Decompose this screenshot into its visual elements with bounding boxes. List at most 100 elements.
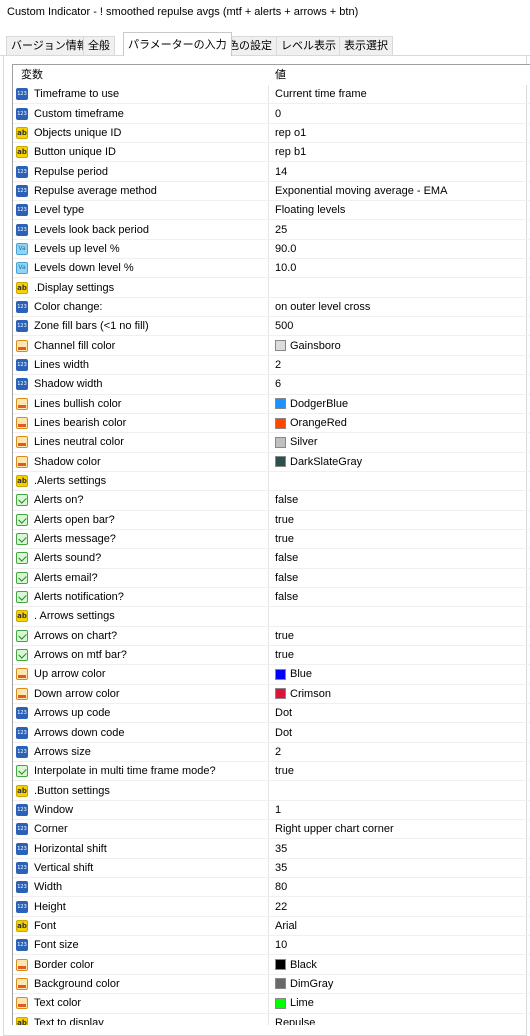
parameter-row[interactable]: Alerts email? false	[13, 568, 530, 588]
parameter-row[interactable]: Interpolate in multi time frame mode? tru…	[13, 762, 530, 782]
parameter-row[interactable]: Button unique ID rep b1	[13, 143, 530, 163]
parameter-value[interactable]: Floating levels	[275, 201, 345, 219]
tab-levels[interactable]: レベル表示	[276, 36, 341, 55]
parameter-row[interactable]: Channel fill color Gainsboro	[13, 336, 530, 356]
parameter-row[interactable]: Arrows size 2	[13, 742, 530, 763]
parameter-row[interactable]: Width 80	[13, 878, 530, 898]
parameter-row[interactable]: Levels up level % 90.0	[13, 239, 530, 260]
parameter-row[interactable]: Font Arial	[13, 916, 530, 937]
parameter-row[interactable]: Shadow color DarkSlateGray	[13, 452, 530, 472]
parameter-value[interactable]: true	[275, 530, 294, 548]
parameter-row[interactable]: Window 1	[13, 800, 530, 821]
parameter-row[interactable]: Alerts on? false	[13, 491, 530, 511]
parameter-row[interactable]: Down arrow color Crimson	[13, 684, 530, 704]
parameter-value[interactable]: DarkSlateGray	[275, 453, 362, 471]
parameter-value[interactable]: 22	[275, 897, 287, 915]
parameter-row[interactable]: Background color DimGray	[13, 974, 530, 995]
parameter-row[interactable]: Objects unique ID rep o1	[13, 123, 530, 144]
parameter-value[interactable]: Dot	[275, 704, 292, 722]
parameter-value[interactable]: Right upper chart corner	[275, 820, 394, 838]
parameter-row[interactable]: Height 22	[13, 897, 530, 917]
parameter-value[interactable]: false	[275, 588, 298, 606]
parameter-value[interactable]: 90.0	[275, 240, 296, 258]
parameter-value[interactable]: true	[275, 646, 294, 664]
parameter-row[interactable]: Border color Black	[13, 955, 530, 975]
parameter-value[interactable]: Exponential moving average - EMA	[275, 182, 447, 200]
parameter-row[interactable]: Lines width 2	[13, 355, 530, 376]
parameter-row[interactable]: Levels down level % 10.0	[13, 259, 530, 279]
parameter-row[interactable]: Color change: on outer level cross	[13, 297, 530, 318]
parameter-row[interactable]: Level type Floating levels	[13, 201, 530, 221]
parameter-row[interactable]: .Display settings	[13, 278, 530, 298]
tab-visualization[interactable]: 表示選択	[339, 36, 393, 55]
parameter-row[interactable]: Text color Lime	[13, 994, 530, 1014]
parameter-value[interactable]: true	[275, 762, 294, 780]
parameter-row[interactable]: Horizontal shift 35	[13, 839, 530, 859]
parameter-row[interactable]: Lines bearish color OrangeRed	[13, 413, 530, 434]
parameter-value[interactable]: 2	[275, 743, 281, 761]
parameter-row[interactable]: Alerts sound? false	[13, 549, 530, 569]
tab-version-info[interactable]: バージョン情報	[6, 36, 93, 55]
parameter-value[interactable]: false	[275, 569, 298, 587]
parameter-row[interactable]: Timeframe to use Current time frame	[13, 85, 530, 105]
parameter-row[interactable]: Custom timeframe 0	[13, 104, 530, 124]
tab-general[interactable]: 全般	[83, 36, 115, 55]
parameter-row[interactable]: Corner Right upper chart corner	[13, 820, 530, 840]
parameter-row[interactable]: Repulse average method Exponential moving…	[13, 181, 530, 202]
tab-input-parameters[interactable]: パラメーターの入力	[123, 32, 232, 56]
value-column-header[interactable]: 値	[275, 65, 286, 85]
parameter-value[interactable]: 10.0	[275, 259, 296, 277]
parameter-row[interactable]: Arrows up code Dot	[13, 704, 530, 724]
parameter-row[interactable]: Lines neutral color Silver	[13, 433, 530, 453]
parameter-value[interactable]: 10	[275, 936, 287, 954]
parameter-value[interactable]: 500	[275, 317, 293, 335]
parameter-row[interactable]: Alerts notification? false	[13, 587, 530, 608]
parameter-row[interactable]: Levels look back period 25	[13, 220, 530, 240]
parameter-value[interactable]: Black	[275, 955, 317, 973]
parameter-row[interactable]: Arrows on chart? true	[13, 626, 530, 646]
parameter-value[interactable]: 35	[275, 859, 287, 877]
parameter-value[interactable]: true	[275, 627, 294, 645]
parameter-value[interactable]: Arial	[275, 917, 297, 935]
parameter-value[interactable]: 14	[275, 162, 287, 180]
parameter-row[interactable]: Arrows on mtf bar? true	[13, 645, 530, 666]
parameter-value[interactable]: rep o1	[275, 124, 306, 142]
parameter-value[interactable]: 6	[275, 375, 281, 393]
parameter-row[interactable]: Lines bullish color DodgerBlue	[13, 394, 530, 414]
parameter-value[interactable]: 80	[275, 878, 287, 896]
parameter-value[interactable]: rep b1	[275, 143, 306, 161]
parameter-value[interactable]: 35	[275, 839, 287, 857]
parameter-value[interactable]: Gainsboro	[275, 336, 341, 354]
parameter-value[interactable]: DimGray	[275, 975, 333, 993]
parameter-value[interactable]: true	[275, 511, 294, 529]
parameter-value[interactable]: 1	[275, 801, 281, 819]
parameter-value[interactable]: Dot	[275, 723, 292, 741]
parameter-value[interactable]: false	[275, 491, 298, 509]
parameter-value[interactable]: Lime	[275, 994, 314, 1012]
parameter-value[interactable]: Crimson	[275, 685, 331, 703]
parameter-value[interactable]: DodgerBlue	[275, 395, 348, 413]
parameter-value[interactable]: Silver	[275, 433, 318, 451]
parameter-row[interactable]: Vertical shift 35	[13, 858, 530, 879]
parameter-value[interactable]: 0	[275, 104, 281, 122]
parameter-value[interactable]: 25	[275, 220, 287, 238]
parameter-row[interactable]: Text to display Repulse	[13, 1013, 530, 1025]
parameter-row[interactable]: Alerts open bar? true	[13, 510, 530, 530]
parameter-row[interactable]: .Alerts settings	[13, 471, 530, 492]
parameter-value[interactable]: Current time frame	[275, 85, 367, 103]
parameter-row[interactable]: Shadow width 6	[13, 375, 530, 395]
parameter-row[interactable]: Zone fill bars (<1 no fill) 500	[13, 317, 530, 337]
parameter-row[interactable]: Repulse period 14	[13, 162, 530, 182]
parameter-row[interactable]: .Button settings	[13, 781, 530, 801]
parameter-value[interactable]: on outer level cross	[275, 298, 370, 316]
parameter-value[interactable]: 2	[275, 356, 281, 374]
parameter-row[interactable]: Alerts message? true	[13, 529, 530, 550]
parameter-value[interactable]: Repulse	[275, 1014, 315, 1025]
parameter-value[interactable]: OrangeRed	[275, 414, 347, 432]
parameter-row[interactable]: Font size 10	[13, 936, 530, 956]
parameter-row[interactable]: Up arrow color Blue	[13, 665, 530, 685]
parameter-value[interactable]: false	[275, 549, 298, 567]
parameter-row[interactable]: Arrows down code Dot	[13, 723, 530, 743]
parameter-row[interactable]: . Arrows settings	[13, 607, 530, 627]
variable-column-header[interactable]: 変数	[21, 65, 43, 85]
